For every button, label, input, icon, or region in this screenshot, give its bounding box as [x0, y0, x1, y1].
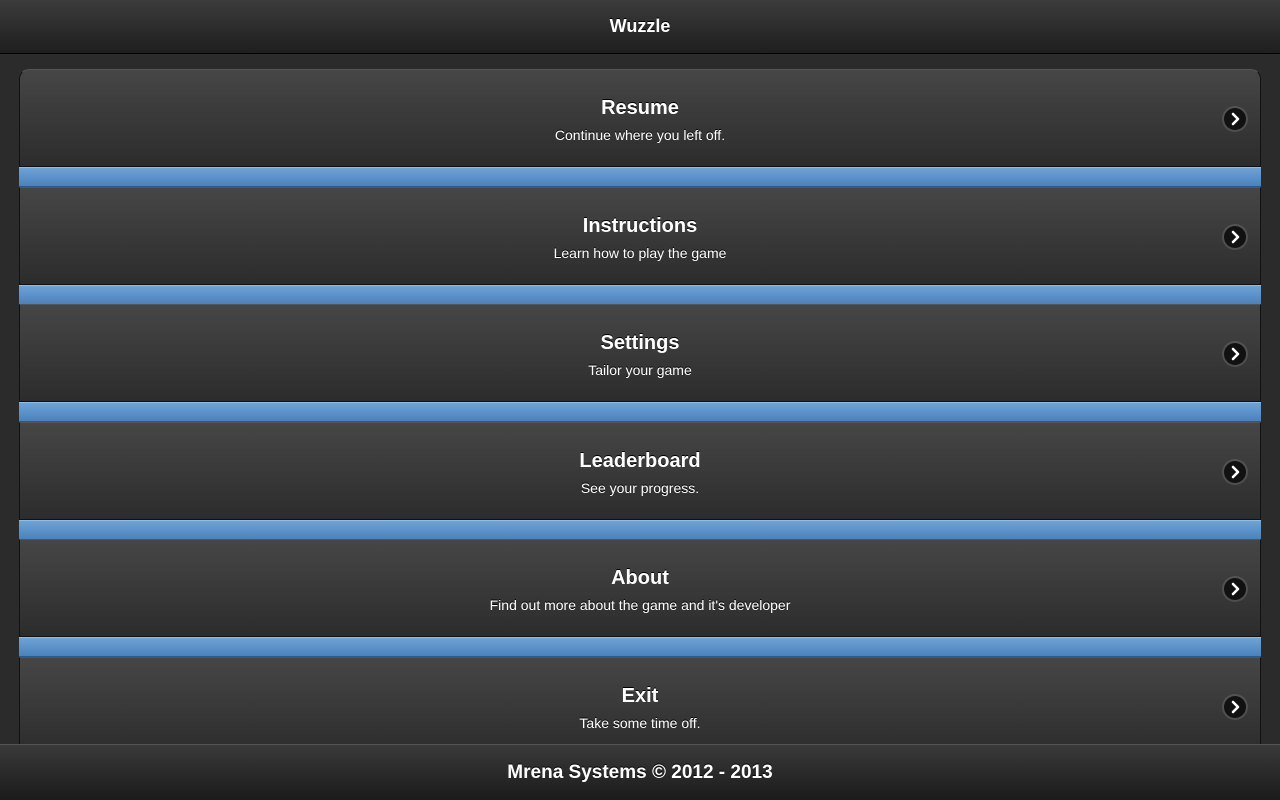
menu-item-instructions[interactable]: Instructions Learn how to play the game	[19, 187, 1261, 285]
menu-item-about[interactable]: About Find out more about the game and i…	[19, 539, 1261, 637]
chevron-right-icon	[1224, 108, 1246, 130]
menu-divider	[19, 285, 1261, 305]
chevron-right-icon	[1224, 578, 1246, 600]
chevron-right-icon	[1224, 461, 1246, 483]
page-title: Wuzzle	[609, 16, 671, 36]
menu-item-subtitle: Continue where you left off.	[554, 127, 726, 143]
menu-item-title: About	[611, 567, 669, 589]
chevron-right-icon	[1224, 696, 1246, 718]
main-menu: Resume Continue where you left off. Inst…	[19, 69, 1261, 745]
copyright-text: Mrena Systems © 2012 - 2013	[507, 761, 773, 783]
menu-item-title: Settings	[600, 332, 680, 354]
menu-divider	[19, 637, 1261, 657]
menu-item-subtitle: Tailor your game	[588, 362, 692, 378]
menu-item-exit[interactable]: Exit Take some time off.	[19, 657, 1261, 745]
menu-item-subtitle: See your progress.	[580, 480, 700, 496]
menu-item-title: Instructions	[582, 215, 698, 237]
menu-item-subtitle: Find out more about the game and it's de…	[489, 597, 791, 613]
chevron-right-icon	[1224, 226, 1246, 248]
menu-item-title: Resume	[601, 97, 679, 119]
menu-divider	[19, 167, 1261, 187]
menu-item-title: Leaderboard	[579, 450, 701, 472]
header-bar: Wuzzle	[0, 0, 1280, 54]
footer-bar: Mrena Systems © 2012 - 2013	[0, 744, 1280, 800]
menu-item-leaderboard[interactable]: Leaderboard See your progress.	[19, 422, 1261, 520]
menu-item-title: Exit	[621, 685, 659, 707]
menu-item-resume[interactable]: Resume Continue where you left off.	[19, 69, 1261, 167]
app-window: Wuzzle Resume Continue where you left of…	[0, 0, 1280, 800]
menu-divider	[19, 402, 1261, 422]
menu-item-subtitle: Take some time off.	[579, 715, 701, 731]
chevron-right-icon	[1224, 343, 1246, 365]
menu-item-settings[interactable]: Settings Tailor your game	[19, 304, 1261, 402]
menu-item-subtitle: Learn how to play the game	[553, 245, 727, 261]
menu-divider	[19, 520, 1261, 540]
